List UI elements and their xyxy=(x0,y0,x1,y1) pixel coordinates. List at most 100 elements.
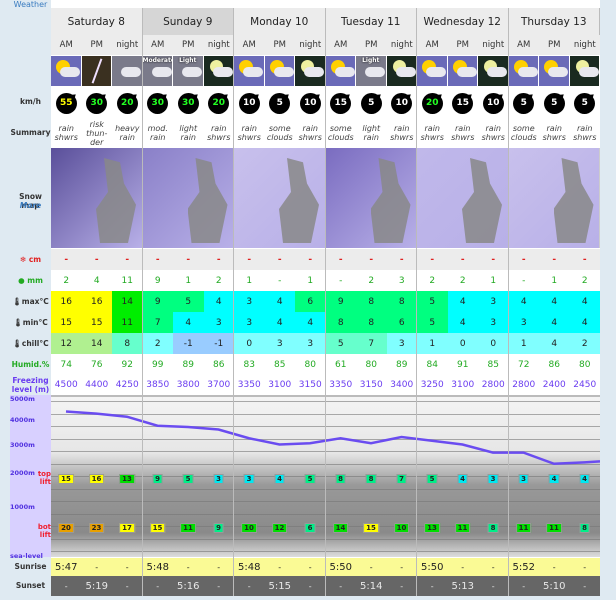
max-temp-value: 3 xyxy=(234,291,265,312)
axis-label: sea-level xyxy=(10,552,43,560)
freezing-level-line xyxy=(65,410,600,466)
period-label: AM xyxy=(334,40,348,50)
max-label: max°C xyxy=(21,297,49,306)
moon-cloud-rain-icon xyxy=(386,56,417,86)
snow-map-image[interactable] xyxy=(325,148,417,248)
top-lift-temp: 4 xyxy=(274,474,285,484)
bot-lift-temp: 23 xyxy=(88,523,105,533)
sunset-value: 5:19 xyxy=(85,580,108,592)
wind-arrow-icon: 5 xyxy=(269,92,291,114)
top-lift-temp: 4 xyxy=(548,474,560,484)
sunset-value: 5:14 xyxy=(360,580,383,592)
top-lift-temp: 3 xyxy=(213,474,224,484)
snow-map-image[interactable] xyxy=(142,148,234,248)
period-label: night xyxy=(390,40,413,50)
wind-chill-value: 14 xyxy=(81,333,112,354)
humidity-row: 74 76 92 99 89 86 83 85 80 61 80 89 84 91 85 72 86 80 xyxy=(51,354,600,375)
sunset-value: 5:10 xyxy=(543,580,566,592)
icon-caption: Light xyxy=(362,57,380,64)
freezing-level-value: 3800 xyxy=(176,380,200,390)
period-label: PM xyxy=(182,40,195,50)
wind-label: km/h xyxy=(20,97,41,106)
sun-cloud-icon xyxy=(325,56,356,86)
bot-lift-temp: 6 xyxy=(304,523,316,533)
wind-chill-value: 2 xyxy=(142,333,173,354)
day-header: Monday 10 xyxy=(234,8,326,35)
wind-arrow-icon: 20 xyxy=(421,92,443,114)
snow-value: - xyxy=(94,254,99,265)
day-header: Saturday 8 xyxy=(51,8,143,35)
period-label: PM xyxy=(548,40,561,50)
summary-text: rain shwrs xyxy=(420,124,444,142)
period-label: night xyxy=(299,40,322,50)
min-temp-value: 15 xyxy=(51,312,82,333)
sunrise-value: - xyxy=(491,562,495,572)
max-temp-value: 8 xyxy=(356,291,387,312)
snow-map-image[interactable] xyxy=(417,148,509,248)
snow-map-image[interactable] xyxy=(51,148,143,248)
humidity-value: 61 xyxy=(335,359,347,370)
max-temp-value: 5 xyxy=(417,291,448,312)
bot-lift-temp: 20 xyxy=(58,523,74,533)
snow-label: cm xyxy=(28,255,42,264)
rain-label: mm xyxy=(27,276,43,285)
freezing-label: Freezing level (m) xyxy=(11,376,50,394)
humidity-value: 72 xyxy=(518,359,530,370)
sunrise-value: - xyxy=(186,562,190,572)
snowmap-more-link[interactable]: More xyxy=(10,201,51,210)
humidity-value: 83 xyxy=(243,359,255,370)
top-lift-temp: 8 xyxy=(335,474,346,484)
wind-arrow-icon: 30 xyxy=(177,92,199,114)
max-temp-value: 16 xyxy=(81,291,112,312)
period-label: night xyxy=(116,40,139,50)
min-temp-value: 4 xyxy=(447,312,478,333)
humidity-value: 92 xyxy=(121,359,133,370)
sunset-value: - xyxy=(308,581,312,591)
snow-value: - xyxy=(582,254,587,265)
day-header: Sunday 9 xyxy=(142,8,234,35)
heavy-rain-icon xyxy=(112,56,143,86)
sunset-value: - xyxy=(522,581,526,591)
wind-arrow-icon: 5 xyxy=(513,92,535,114)
bot-lift-temp: 8 xyxy=(579,523,590,533)
wind-chill-value: 12 xyxy=(51,333,82,354)
day-header-row: Saturday 8 Sunday 9 Monday 10 Tuesday 11 Wed… xyxy=(51,8,600,35)
icon-caption: Moderate xyxy=(142,57,173,64)
bot-lift-temp: 11 xyxy=(515,523,532,533)
wind-arrow-icon: 5 xyxy=(360,92,382,114)
sunset-value: 5:16 xyxy=(177,580,200,592)
humidity-value: 91 xyxy=(457,359,469,370)
sunset-value: 5:13 xyxy=(451,580,474,592)
land-shape xyxy=(96,158,136,243)
axis-label: 4000m xyxy=(10,416,35,424)
rain-value: 1 xyxy=(246,275,253,286)
sunrise-value: - xyxy=(583,562,587,572)
day-divider xyxy=(233,8,234,596)
min-temp-row: 15 15 11 7 4 3 3 4 4 8 8 6 5 4 3 3 4 4 xyxy=(51,312,600,333)
snow-map-image[interactable] xyxy=(234,148,326,248)
freezing-level-chart: 15 16 13 9 5 3 3 4 5 8 8 7 5 4 3 3 4 4 20 23 17 15 11 9 10 12 6 14 1… xyxy=(51,395,600,557)
day-divider xyxy=(416,8,417,596)
period-label: night xyxy=(573,40,596,50)
max-temp-row: 16 16 14 9 5 4 3 4 6 9 8 8 5 4 3 4 4 4 xyxy=(51,291,600,312)
snow-value: - xyxy=(64,254,69,265)
summary-text: rain shwrs xyxy=(542,124,566,142)
freezing-level-value: 2400 xyxy=(542,380,566,390)
freezing-level-value: 2450 xyxy=(573,380,597,390)
land-shape xyxy=(370,158,411,243)
period-label: PM xyxy=(90,40,103,50)
top-lift-temp: 4 xyxy=(457,474,468,484)
sun-cloud-icon xyxy=(264,56,295,86)
sunrise-value: 5:50 xyxy=(421,561,444,573)
wind-chill-value: 7 xyxy=(356,333,387,354)
sunset-value: - xyxy=(339,581,343,591)
sun-cloud-rain-icon xyxy=(51,56,82,86)
sunrise-value: - xyxy=(552,562,556,572)
sun-cloud-rain-icon xyxy=(447,56,478,86)
rain-value: 1 xyxy=(551,275,558,286)
snow-map-image[interactable] xyxy=(508,148,600,248)
sunset-label: Sunset xyxy=(15,581,46,590)
rain-value: 2 xyxy=(429,275,436,286)
snow-value: - xyxy=(460,254,465,265)
min-temp-value: 7 xyxy=(142,312,173,333)
